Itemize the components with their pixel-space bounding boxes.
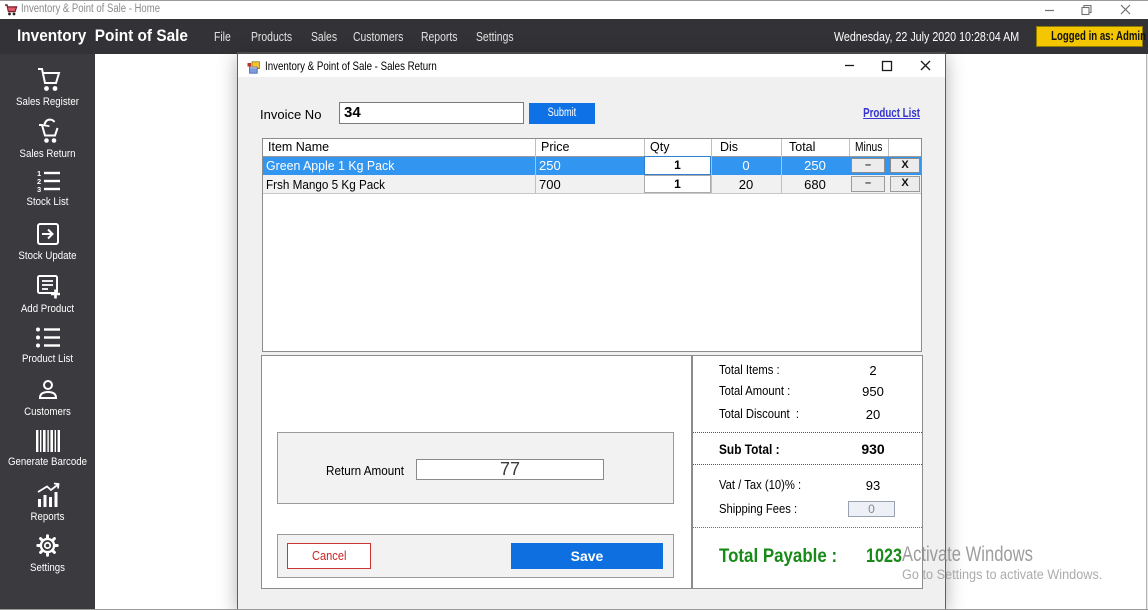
svg-text:3: 3 [37, 185, 41, 193]
